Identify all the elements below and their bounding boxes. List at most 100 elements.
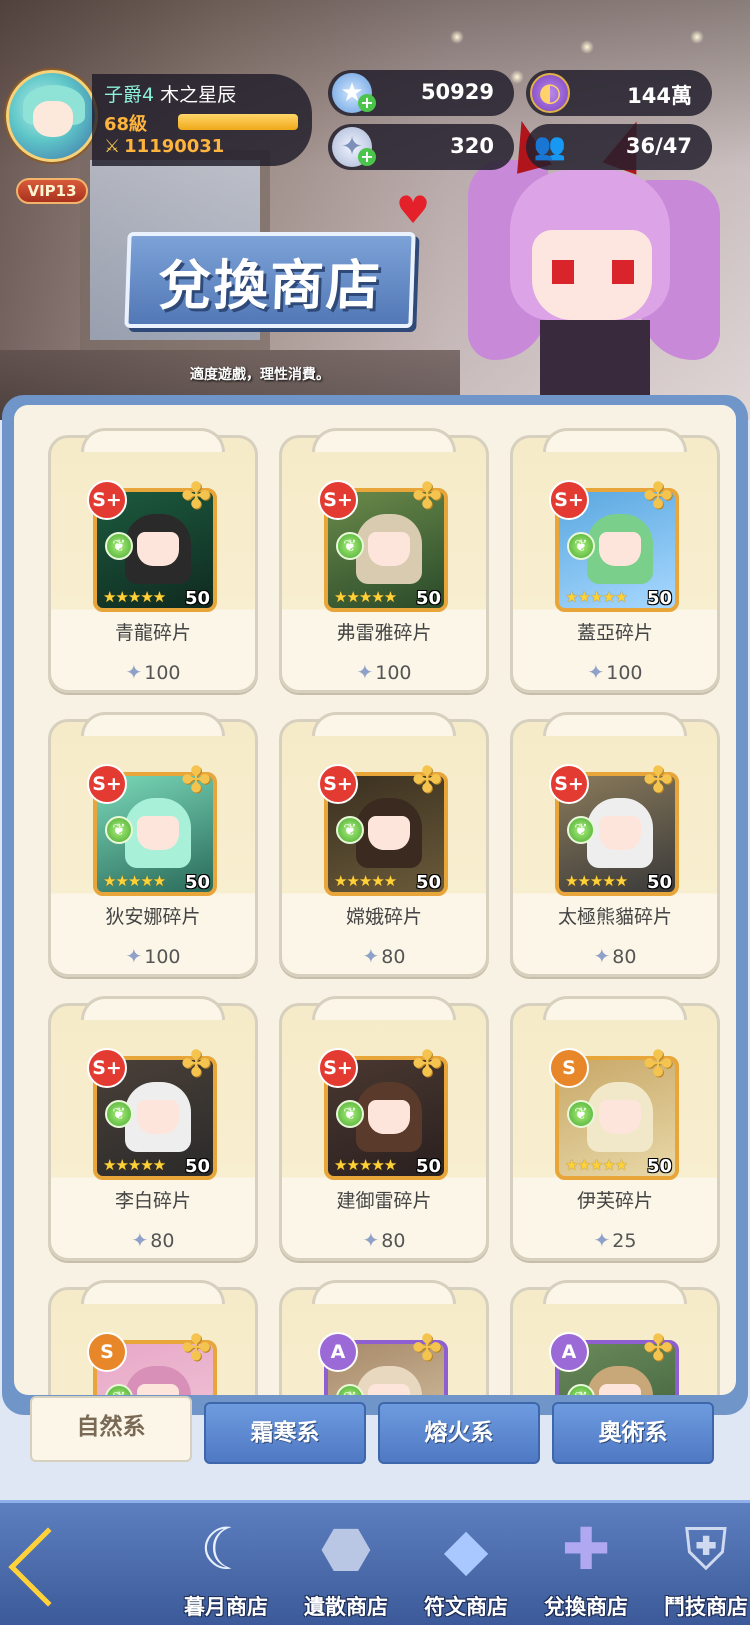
- vip-badge[interactable]: VIP13: [16, 178, 88, 204]
- rank-badge: S+: [318, 1048, 358, 1088]
- shop-panel: S+ ❦ ✤ ★★★★★ 50 青龍碎片 ✦ 100 S+ ❦ ✤ ★★★★★ 50 弗雷雅碎片 ✦ 100 S…: [2, 395, 748, 1415]
- player-avatar[interactable]: [6, 70, 98, 162]
- item-name: 蓋亞碎片: [576, 622, 653, 644]
- shard-puzzle-icon: ✤: [412, 760, 443, 801]
- stone-icon: ⬣: [320, 1515, 372, 1583]
- nature-element-icon: ❦: [105, 1100, 133, 1128]
- shard-puzzle-icon: ✤: [643, 1328, 674, 1369]
- shop-item-card[interactable]: S+ ❦ ✤ ★★★★★ 50 狄安娜碎片 ✦ 100: [48, 712, 258, 977]
- shop-item-card[interactable]: S❦✤: [48, 1280, 258, 1395]
- hero-level: 50: [185, 872, 211, 893]
- hero-face: [368, 1100, 410, 1134]
- puzzle-piece-icon: ✦: [362, 944, 380, 968]
- nature-element-icon: ❦: [567, 816, 595, 844]
- shop-item-card[interactable]: A❦✤: [510, 1280, 720, 1395]
- tab-arcane[interactable]: 奧術系: [552, 1402, 714, 1464]
- coin-amount: 144萬: [627, 84, 692, 108]
- nav-arena-shop[interactable]: ⛨ 鬥技商店: [646, 1503, 750, 1625]
- price-value: 25: [612, 1230, 637, 1252]
- card-cap: [312, 996, 456, 1020]
- hero-level: 50: [185, 588, 211, 609]
- item-price: ✦ 100: [513, 660, 717, 684]
- price-value: 100: [375, 662, 412, 684]
- level-progress-bar: [178, 114, 298, 130]
- item-name: 嫦娥碎片: [345, 906, 422, 928]
- rank-badge: S: [549, 1048, 589, 1088]
- shard-puzzle-icon: ✤: [181, 1044, 212, 1085]
- star-rating: ★★★★★: [565, 1156, 628, 1174]
- resource-star[interactable]: ★ + 50929: [328, 70, 514, 116]
- shop-item-card[interactable]: S+ ❦ ✤ ★★★★★ 50 弗雷雅碎片 ✦ 100: [279, 428, 489, 693]
- shop-item-card[interactable]: A❦✤: [279, 1280, 489, 1395]
- card-cap: [543, 1280, 687, 1304]
- shield-icon: ⛨: [684, 1514, 728, 1583]
- resource-puzzle[interactable]: ✦ + 320: [328, 124, 514, 170]
- nav-label: 兌換商店: [544, 1595, 628, 1619]
- item-price: ✦ 80: [51, 1228, 255, 1252]
- tab-nature[interactable]: 自然系: [30, 1396, 192, 1462]
- shard-puzzle-icon: ✤: [643, 476, 674, 517]
- shop-item-card[interactable]: S+ ❦ ✤ ★★★★★ 50 建御雷碎片 ✦ 80: [279, 996, 489, 1261]
- hero-face: [137, 532, 179, 566]
- nav-moon-shop[interactable]: ☾ 暮月商店: [166, 1503, 286, 1625]
- back-button[interactable]: [8, 1527, 88, 1607]
- rank-badge: S+: [318, 764, 358, 804]
- shop-item-card[interactable]: S+ ❦ ✤ ★★★★★ 50 李白碎片 ✦ 80: [48, 996, 258, 1261]
- item-name: 狄安娜碎片: [105, 906, 201, 928]
- hero-level: 50: [647, 872, 673, 893]
- card-cap: [543, 428, 687, 452]
- shard-puzzle-icon: ✤: [181, 760, 212, 801]
- hero-face: [137, 1384, 179, 1395]
- responsible-gaming-notice: 適度遊戲，理性消費。: [190, 367, 330, 383]
- hero-face: [599, 532, 641, 566]
- resource-coin[interactable]: ◐ 144萬: [526, 70, 712, 116]
- star-rating: ★★★★★: [103, 1156, 166, 1174]
- rank-badge: S+: [318, 480, 358, 520]
- people-amount: 36/47: [625, 134, 692, 158]
- mascot-eye: [552, 260, 574, 284]
- nav-label: 遺散商店: [304, 1595, 388, 1619]
- shard-puzzle-icon: ✤: [412, 1328, 443, 1369]
- nav-label: 暮月商店: [184, 1595, 268, 1619]
- item-price: ✦ 80: [282, 1228, 486, 1252]
- resource-people[interactable]: 👥 36/47: [526, 124, 712, 170]
- tab-frost[interactable]: 霜寒系: [204, 1402, 366, 1464]
- price-value: 100: [606, 662, 643, 684]
- nav-relic-shop[interactable]: ⬣ 遺散商店: [286, 1503, 406, 1625]
- tab-fire[interactable]: 熔火系: [378, 1402, 540, 1464]
- card-cap: [81, 1280, 225, 1304]
- hero-face: [599, 1384, 641, 1395]
- item-price: ✦ 80: [513, 944, 717, 968]
- nature-element-icon: ❦: [567, 1100, 595, 1128]
- nav-exchange-shop[interactable]: ✚ 兌換商店: [526, 1503, 646, 1625]
- shop-item-card[interactable]: S+ ❦ ✤ ★★★★★ 50 太極熊貓碎片 ✦ 80: [510, 712, 720, 977]
- nav-label: 鬥技商店: [664, 1595, 748, 1619]
- star-rating: ★★★★★: [103, 872, 166, 890]
- item-price: ✦ 100: [51, 944, 255, 968]
- shop-item-card[interactable]: S+ ❦ ✤ ★★★★★ 50 蓋亞碎片 ✦ 100: [510, 428, 720, 693]
- player-name-row: 子爵4 木之星辰: [104, 80, 236, 107]
- item-price: ✦ 25: [513, 1228, 717, 1252]
- shard-puzzle-icon: ✤: [412, 1044, 443, 1085]
- shop-item-card[interactable]: S+ ❦ ✤ ★★★★★ 50 青龍碎片 ✦ 100: [48, 428, 258, 693]
- shop-item-card[interactable]: S+ ❦ ✤ ★★★★★ 50 嫦娥碎片 ✦ 80: [279, 712, 489, 977]
- hero-level: 50: [647, 588, 673, 609]
- add-puzzle-button[interactable]: +: [358, 148, 376, 166]
- crossed-swords-icon: ⚔: [104, 136, 121, 157]
- shop-item-card[interactable]: S ❦ ✤ ★★★★★ 50 伊芙碎片 ✦ 25: [510, 996, 720, 1261]
- hero-level: 50: [416, 1156, 442, 1177]
- hero-face: [137, 816, 179, 850]
- level-progress-fill: [178, 114, 298, 130]
- nature-element-icon: ❦: [105, 532, 133, 560]
- hero-face: [368, 532, 410, 566]
- rank-badge: S+: [87, 764, 127, 804]
- card-cap: [543, 996, 687, 1020]
- add-star-button[interactable]: +: [358, 94, 376, 112]
- rank-badge: A: [318, 1332, 358, 1372]
- card-cap: [81, 712, 225, 736]
- player-info-panel: 子爵4 木之星辰 68級 ⚔ 11190031: [92, 74, 312, 166]
- shop-title: 兌換商店: [124, 232, 416, 328]
- item-price: ✦ 100: [51, 660, 255, 684]
- puzzle-piece-icon: ✦: [593, 944, 611, 968]
- nav-rune-shop[interactable]: ◆ 符文商店: [406, 1503, 526, 1625]
